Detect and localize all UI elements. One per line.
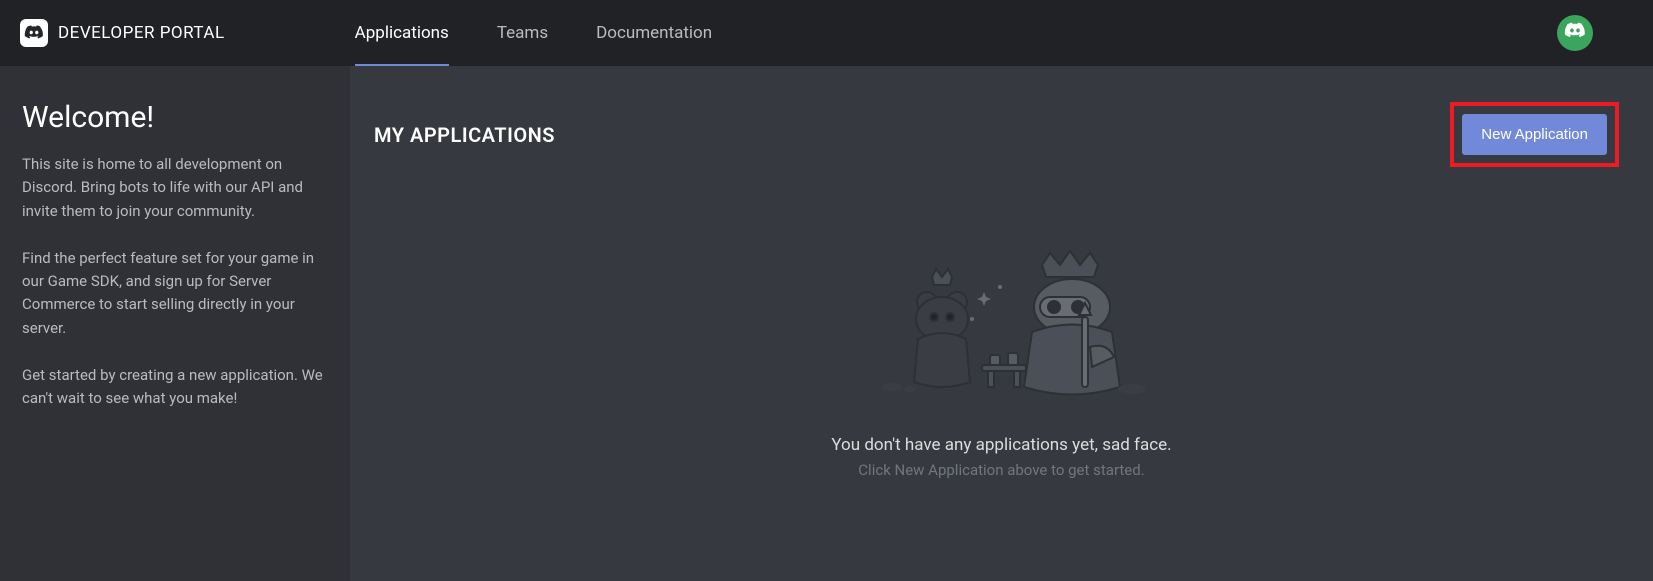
discord-avatar-icon <box>1564 20 1586 46</box>
nav-applications[interactable]: Applications <box>355 0 449 66</box>
discord-logo-icon <box>20 19 48 47</box>
new-application-highlight: New Application <box>1450 102 1619 167</box>
top-bar: DEVELOPER PORTAL Applications Teams Docu… <box>0 0 1653 66</box>
nav-teams[interactable]: Teams <box>497 0 548 66</box>
sidebar: Welcome! This site is home to all develo… <box>0 66 350 581</box>
empty-state-illustration <box>832 247 1172 407</box>
brand-logo-wrap[interactable]: DEVELOPER PORTAL <box>20 19 225 47</box>
empty-state: You don't have any applications yet, sad… <box>374 247 1629 479</box>
nav-documentation[interactable]: Documentation <box>596 0 712 66</box>
welcome-paragraph-2: Find the perfect feature set for your ga… <box>22 247 328 340</box>
welcome-title: Welcome! <box>22 100 328 135</box>
brand-text: DEVELOPER PORTAL <box>58 23 225 43</box>
empty-state-primary-text: You don't have any applications yet, sad… <box>831 435 1171 455</box>
welcome-paragraph-3: Get started by creating a new applicatio… <box>22 364 328 411</box>
primary-nav: Applications Teams Documentation <box>355 0 712 66</box>
page-title: MY APPLICATIONS <box>374 123 555 147</box>
user-avatar[interactable] <box>1557 15 1593 51</box>
main-header: MY APPLICATIONS New Application <box>374 102 1629 167</box>
new-application-button[interactable]: New Application <box>1462 114 1607 155</box>
welcome-paragraph-1: This site is home to all development on … <box>22 153 328 223</box>
main-content: MY APPLICATIONS New Application <box>350 66 1653 581</box>
empty-state-secondary-text: Click New Application above to get start… <box>858 461 1144 479</box>
body-wrap: Welcome! This site is home to all develo… <box>0 66 1653 581</box>
